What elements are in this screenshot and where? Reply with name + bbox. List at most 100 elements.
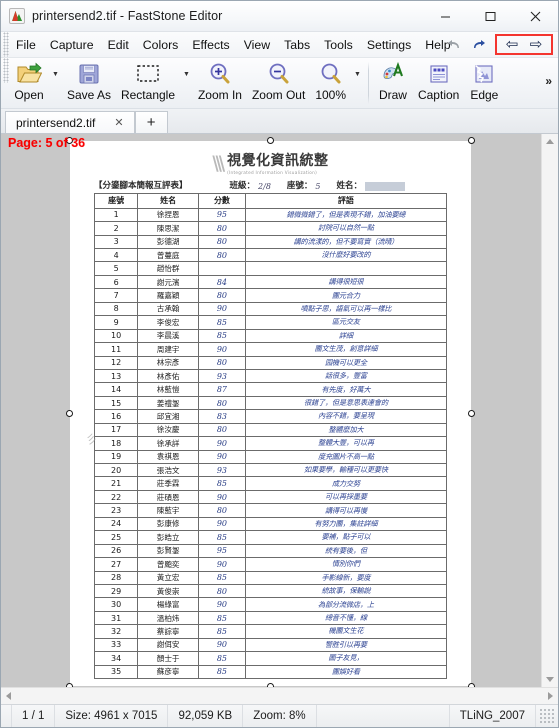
cell-seat-no: 23 xyxy=(93,503,139,518)
open-button[interactable]: Open xyxy=(9,58,49,108)
rectangle-select-button[interactable]: Rectangle xyxy=(116,58,180,108)
cell-comment: 手影線新，要度 xyxy=(244,570,448,585)
cell-score: 85 xyxy=(198,610,246,626)
cell-comment: 情別你們 xyxy=(244,557,448,572)
menu-colors[interactable]: Colors xyxy=(136,35,186,55)
main-toolbar: Open ▼ Save As Rectangle ▼ Zoom In Zoom … xyxy=(1,58,558,109)
caption-icon xyxy=(427,61,451,87)
rectangle-button-label: Rectangle xyxy=(120,88,176,102)
image-canvas[interactable]: Page: 5 of 36 \\\ 視覺化資訊統整 (Integrated In… xyxy=(1,134,558,687)
scroll-left-icon[interactable] xyxy=(1,688,17,704)
cell-comment: 如果要學，輸種可以更要快 xyxy=(244,462,448,478)
undo-arrow-icon[interactable] xyxy=(444,35,465,54)
floppy-disk-icon xyxy=(77,61,101,87)
zoom-dropdown-caret-icon[interactable]: ▼ xyxy=(351,58,364,108)
cell-comment: 統故事，保輸說 xyxy=(244,583,448,599)
caption-button[interactable]: Caption xyxy=(413,58,464,108)
menu-edit[interactable]: Edit xyxy=(101,35,136,55)
save-as-button[interactable]: Save As xyxy=(62,58,116,108)
table-body: 1 徐捏恩 95 錯微微錯了，但是表現不錯，加油要總 2 陳思潔 80 討院可以自然一點 3 彭德… xyxy=(93,207,448,680)
maximize-button[interactable] xyxy=(468,1,513,31)
menu-file[interactable]: File xyxy=(9,35,43,55)
cell-score: 85 xyxy=(198,570,246,585)
save-as-button-label: Save As xyxy=(66,88,111,102)
cell-name: 楊綠富 xyxy=(137,597,200,612)
peer-evaluation-table: 座號 姓名 分數 評語 1 徐捏恩 95 錯微微錯了，但是表現不錯，加油要總 2 陳思潔 8… xyxy=(93,192,448,680)
magnifier-minus-icon xyxy=(267,61,291,87)
cell-comment: 圖子友見， xyxy=(244,651,448,666)
menu-capture[interactable]: Capture xyxy=(43,35,101,55)
cell-comment: 有努力團，集註詳細 xyxy=(244,516,448,532)
table-row: 11 周建宇 90 團文生茂，創意詳細 xyxy=(93,342,448,357)
cell-name: 彭康修 xyxy=(137,516,200,532)
close-button[interactable] xyxy=(513,1,558,31)
previous-image-button[interactable]: ⇦ xyxy=(500,36,524,53)
cell-name: 徐承詳 xyxy=(137,436,200,451)
table-row: 32 蔡誴寧 85 機團文生花 xyxy=(93,624,448,639)
table-row: 7 羅嘉穎 80 團元合力 xyxy=(93,288,448,303)
menu-effects[interactable]: Effects xyxy=(185,35,236,55)
cell-score xyxy=(198,261,246,276)
tab-close-icon[interactable]: ✕ xyxy=(109,116,128,129)
menu-settings[interactable]: Settings xyxy=(360,35,418,55)
cell-comment: 講的流漾的，但不要寫實（流晴） xyxy=(244,234,448,250)
draw-palette-icon xyxy=(381,61,405,87)
edge-button[interactable]: Edge xyxy=(464,58,504,108)
vertical-scrollbar[interactable] xyxy=(541,134,558,687)
header-name: 姓名 xyxy=(137,192,200,209)
scroll-up-icon[interactable] xyxy=(542,134,558,150)
open-dropdown-caret-icon[interactable]: ▼ xyxy=(49,58,62,108)
cell-name: 袁祺恩 xyxy=(137,449,200,465)
zoom-in-button[interactable]: Zoom In xyxy=(193,58,247,108)
table-row: 27 曾颮奕 90 情別你們 xyxy=(93,557,448,572)
cell-score: 90 xyxy=(198,342,246,357)
document-meta-row: 【分鎏腳本簡報互評表】 班級： 2/8 座號： 5 姓名： xyxy=(94,179,447,191)
next-image-button[interactable]: ⇨ xyxy=(524,36,548,53)
table-row: 10 李晨溪 85 詳細 xyxy=(93,328,448,344)
status-image-size: Size: 4961 x 7015 xyxy=(55,705,169,727)
zoom-out-button[interactable]: Zoom Out xyxy=(247,58,310,108)
magnifier-plus-icon xyxy=(208,61,232,87)
table-row: 19 袁祺恩 90 度充圖片不高一點 xyxy=(93,449,448,465)
toolbar-overflow-icon[interactable]: » xyxy=(541,72,556,90)
cell-score: 95 xyxy=(198,207,246,223)
cell-name: 趙怡群 xyxy=(137,261,200,276)
cell-name: 古承翰 xyxy=(137,301,200,317)
seat-value: 5 xyxy=(315,181,321,191)
cell-score: 90 xyxy=(198,449,246,465)
document-content: \\\ 視覺化資訊統整 (Integrated Information Visu… xyxy=(70,141,471,686)
redo-arrow-icon[interactable] xyxy=(467,35,488,54)
cell-seat-no: 34 xyxy=(93,651,139,666)
new-tab-button[interactable]: + xyxy=(134,111,168,133)
scanned-page-image[interactable]: \\\ 視覺化資訊統整 (Integrated Information Visu… xyxy=(66,137,475,687)
menu-tabs[interactable]: Tabs xyxy=(277,35,317,55)
menu-view[interactable]: View xyxy=(237,35,277,55)
header-comment: 評語 xyxy=(244,192,448,209)
menu-tools[interactable]: Tools xyxy=(317,35,360,55)
cell-seat-no: 26 xyxy=(93,543,139,559)
minimize-button[interactable] xyxy=(423,1,468,31)
cell-name: 姜禮銞 xyxy=(137,395,200,411)
header-score: 分數 xyxy=(198,192,246,209)
table-row: 31 溫柏炜 85 總音不懂，線 xyxy=(93,610,448,626)
cell-score: 85 xyxy=(198,664,246,680)
resize-grip-icon[interactable] xyxy=(539,708,555,724)
table-row: 22 莊碩恩 90 可以再採墨要 xyxy=(93,489,448,505)
rectangle-dropdown-caret-icon[interactable]: ▼ xyxy=(180,58,193,108)
cell-score: 95 xyxy=(198,543,246,559)
tab-printersend2[interactable]: printersend2.tif ✕ xyxy=(5,111,135,133)
scroll-right-icon[interactable] xyxy=(542,688,558,704)
scroll-down-icon[interactable] xyxy=(542,671,558,687)
status-zoom-level: Zoom: 8% xyxy=(243,705,317,727)
faststone-logo-icon xyxy=(9,8,25,24)
cell-name: 溫柏炜 xyxy=(137,610,200,626)
table-header-row: 座號 姓名 分數 評語 xyxy=(93,192,448,209)
name-label: 姓名： xyxy=(336,180,363,191)
resize-handle-top-center xyxy=(267,137,274,144)
cell-name: 林藍愷 xyxy=(137,382,200,397)
draw-button[interactable]: Draw xyxy=(373,58,413,108)
horizontal-scrollbar[interactable] xyxy=(1,687,558,704)
resize-handle-bottom-center xyxy=(267,683,274,687)
cell-name: 徐汝慶 xyxy=(137,422,200,438)
zoom-level-button[interactable]: 100% xyxy=(310,58,351,108)
